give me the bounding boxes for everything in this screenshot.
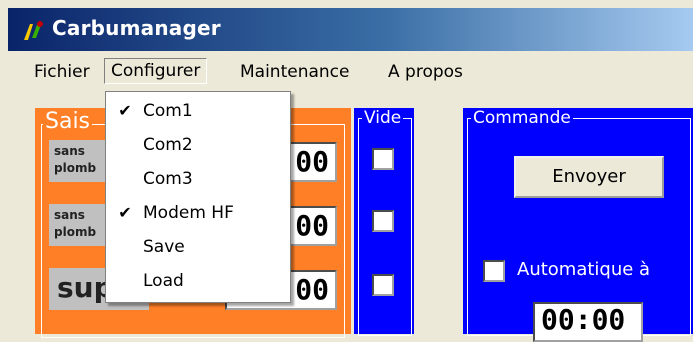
vide-group-title: Vide [362, 108, 404, 128]
commande-group-title: Commande [471, 108, 573, 128]
fuel-label-line1: sans [54, 208, 85, 222]
menu-item-label: Com1 [143, 101, 193, 121]
fuel-pump-app-icon [24, 21, 43, 40]
window-title: Carbumanager [52, 16, 221, 40]
menu-item-save[interactable]: Save [106, 230, 290, 264]
vide-checkbox-3[interactable] [372, 274, 394, 296]
saisie-group-title: Sais [43, 109, 93, 134]
menu-item-com1[interactable]: ✔ Com1 [106, 94, 290, 128]
vide-panel: Vide [354, 108, 414, 336]
menu-item-modem-hf[interactable]: ✔ Modem HF [106, 196, 290, 230]
menu-configurer[interactable]: Configurer [104, 58, 208, 84]
menu-item-com3[interactable]: Com3 [106, 162, 290, 196]
envoyer-button[interactable]: Envoyer [514, 156, 664, 198]
automatique-label: Automatique à [517, 259, 651, 280]
menu-maintenance[interactable]: Maintenance [234, 60, 355, 84]
menu-item-label: Load [143, 271, 184, 291]
menu-bar: Fichier Configurer Maintenance A propos [8, 51, 693, 91]
fuel-label-line2: plomb [54, 225, 97, 239]
checkmark-icon: ✔ [118, 203, 132, 222]
checkmark-icon: ✔ [118, 101, 132, 120]
menu-item-label: Modem HF [143, 203, 234, 223]
vide-checkbox-1[interactable] [372, 148, 394, 170]
automatique-checkbox[interactable] [483, 260, 505, 282]
menu-item-load[interactable]: Load [106, 264, 290, 298]
menu-item-com2[interactable]: Com2 [106, 128, 290, 162]
configurer-dropdown-menu: ✔ Com1 Com2 Com3 ✔ Modem HF Save Load [105, 91, 291, 303]
automatique-time-input[interactable]: 00:00 [533, 302, 643, 342]
menu-fichier[interactable]: Fichier [28, 60, 96, 84]
title-bar: Carbumanager [8, 8, 693, 51]
menu-item-label: Com3 [143, 169, 193, 189]
vide-checkbox-2[interactable] [372, 210, 394, 232]
fuel-label-line1: sans [54, 144, 85, 158]
menu-item-label: Save [143, 237, 185, 257]
commande-panel: Commande Envoyer Automatique à 00:00 [463, 108, 693, 342]
menu-a-propos[interactable]: A propos [382, 60, 469, 84]
fuel-label-line2: plomb [54, 161, 97, 175]
menu-item-label: Com2 [143, 135, 193, 155]
